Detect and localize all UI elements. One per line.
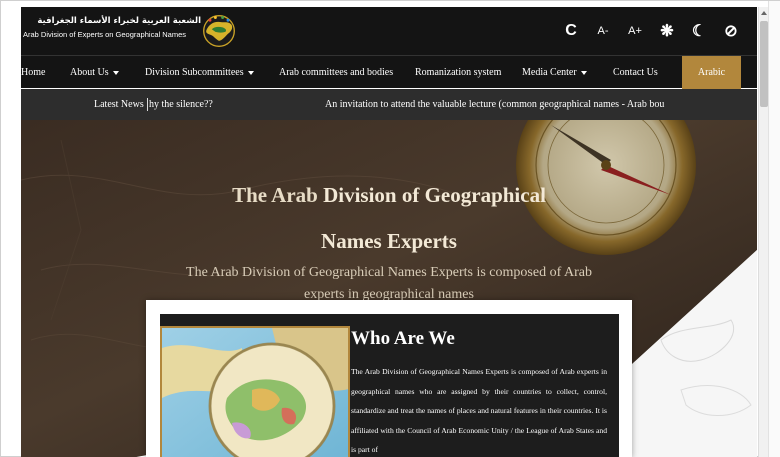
nav-item-label: Home [21, 67, 46, 78]
ticker-news-item[interactable]: An invitation to attend the valuable lec… [325, 89, 679, 120]
hero-title-line2: Names Experts [321, 229, 457, 253]
nav-item-label: Arab committees and bodies [279, 67, 394, 78]
caret-down-icon [580, 70, 587, 75]
about-text: The Arab Division of Geographical Names … [351, 367, 607, 455]
brand-name-english: Arab Division of Experts on Geographical… [23, 30, 186, 39]
globe-map-image [160, 326, 350, 457]
about-title: Who Are We [351, 328, 455, 349]
nav-item-label: Division Subcommittees [145, 67, 244, 78]
ticker-news-item[interactable]: hy the silence?? [149, 89, 213, 120]
nav-item-media-center[interactable]: Media Center [522, 56, 587, 89]
font-decrease-button[interactable]: A- [587, 19, 619, 43]
arab-map-globe-logo-icon [203, 15, 235, 47]
nav-item-label: Media Center [522, 67, 577, 78]
eye-slash-icon[interactable]: ⊘ [715, 19, 747, 43]
nav-item-label: About Us [70, 67, 109, 78]
nav-item-division-subcommittees[interactable]: Division Subcommittees [145, 56, 254, 89]
refresh-icon[interactable]: C [555, 19, 587, 43]
main-navigation: Home About Us Division Subcommittees Ara… [21, 55, 757, 89]
scrollbar-thumb[interactable] [760, 21, 768, 107]
nav-item-romanization[interactable]: Romanization system [415, 56, 501, 89]
brand-name-arabic: الشعبة العربية لخبراء الأسماء الجغرافية [37, 16, 201, 26]
globe-magnifier-icon [162, 328, 348, 457]
nav-item-home[interactable]: Home [21, 56, 45, 89]
nav-item-about-us[interactable]: About Us [70, 56, 119, 89]
accessibility-toolbar: C A- A+ ❋ ☾ ⊘ [555, 19, 747, 43]
nav-item-arab-committees[interactable]: Arab committees and bodies [279, 56, 393, 89]
caret-down-icon [247, 70, 254, 75]
nav-item-label: Romanization system [415, 67, 502, 78]
site-header: الشعبة العربية لخبراء الأسماء الجغرافية … [21, 7, 757, 55]
font-increase-button[interactable]: A+ [619, 19, 651, 43]
page-scrollbar[interactable] [758, 7, 768, 457]
ticker-label: Latest News [94, 99, 144, 110]
contrast-icon[interactable]: ❋ [651, 19, 683, 43]
hero-title-part: The Arab [232, 183, 324, 207]
language-arabic-button[interactable]: Arabic [682, 56, 741, 89]
window-edge [768, 1, 780, 457]
browser-viewport: الشعبة العربية لخبراء الأسماء الجغرافية … [0, 0, 780, 457]
news-ticker: Latest News hy the silence?? An invitati… [21, 89, 757, 120]
hero-title-part: Division of Geographical [323, 183, 546, 207]
moon-icon[interactable]: ☾ [683, 19, 715, 43]
nav-item-label: Contact Us [613, 67, 658, 78]
ticker-divider [147, 98, 148, 111]
hero-title: The Arab Division of Geographical Names … [171, 172, 607, 264]
nav-item-contact-us[interactable]: Contact Us [613, 56, 658, 89]
caret-down-icon [112, 70, 119, 75]
about-card: Who Are We The Arab Division of Geograph… [160, 314, 619, 457]
